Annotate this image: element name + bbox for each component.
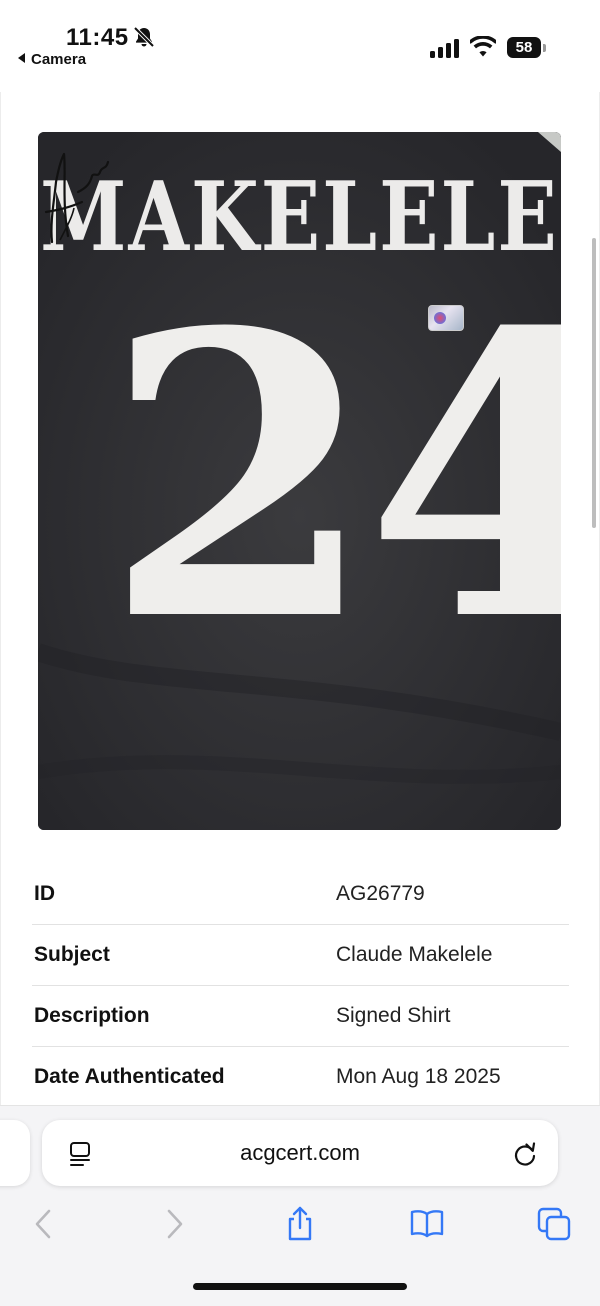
back-arrow-icon xyxy=(18,53,25,63)
detail-label: Description xyxy=(34,1004,150,1027)
detail-row-id: ID AG26779 xyxy=(32,864,569,925)
detail-label: ID xyxy=(34,882,55,905)
detail-value: AG26779 xyxy=(336,882,425,905)
detail-value: Signed Shirt xyxy=(336,1004,451,1027)
detail-label: Subject xyxy=(34,943,110,966)
bell-slash-icon xyxy=(133,26,155,48)
url-text[interactable]: acgcert.com xyxy=(42,1140,558,1166)
jersey-number-print: 24 xyxy=(104,248,561,706)
address-bar[interactable]: acgcert.com xyxy=(42,1120,558,1186)
detail-row-subject: Subject Claude Makelele xyxy=(32,925,569,986)
tabs-icon[interactable] xyxy=(536,1206,572,1242)
status-time: 11:45 xyxy=(66,24,129,51)
detail-row-description: Description Signed Shirt xyxy=(32,986,569,1047)
battery-level: 58 xyxy=(507,37,541,58)
signed-shirt-photo: MAKELELE 24 xyxy=(38,132,561,830)
status-bar: 11:45 Camera 58 xyxy=(0,0,600,92)
hologram-sticker xyxy=(428,305,464,331)
back-app-label: Camera xyxy=(31,51,87,68)
bookmarks-icon[interactable] xyxy=(409,1206,445,1242)
browser-toolbar: acgcert.com xyxy=(0,1105,600,1306)
home-indicator[interactable] xyxy=(193,1283,407,1290)
detail-value: Mon Aug 18 2025 xyxy=(336,1065,501,1088)
detail-label: Date Authenticated xyxy=(34,1065,225,1088)
battery-icon: 58 xyxy=(507,37,546,58)
wifi-icon xyxy=(470,36,496,57)
scroll-indicator[interactable] xyxy=(592,238,596,528)
back-to-app-link[interactable]: Camera xyxy=(18,51,86,68)
autograph-signature xyxy=(44,152,110,244)
detail-value: Claude Makelele xyxy=(336,943,493,966)
detail-row-date-authenticated: Date Authenticated Mon Aug 18 2025 xyxy=(32,1047,569,1108)
previous-tab-peek[interactable] xyxy=(0,1120,30,1186)
reload-icon[interactable] xyxy=(512,1141,538,1167)
cellular-signal-icon xyxy=(430,38,460,58)
forward-icon[interactable] xyxy=(156,1206,192,1242)
share-icon[interactable] xyxy=(282,1206,318,1242)
certificate-details-table: ID AG26779 Subject Claude Makelele Descr… xyxy=(32,864,569,1108)
back-icon[interactable] xyxy=(26,1206,62,1242)
